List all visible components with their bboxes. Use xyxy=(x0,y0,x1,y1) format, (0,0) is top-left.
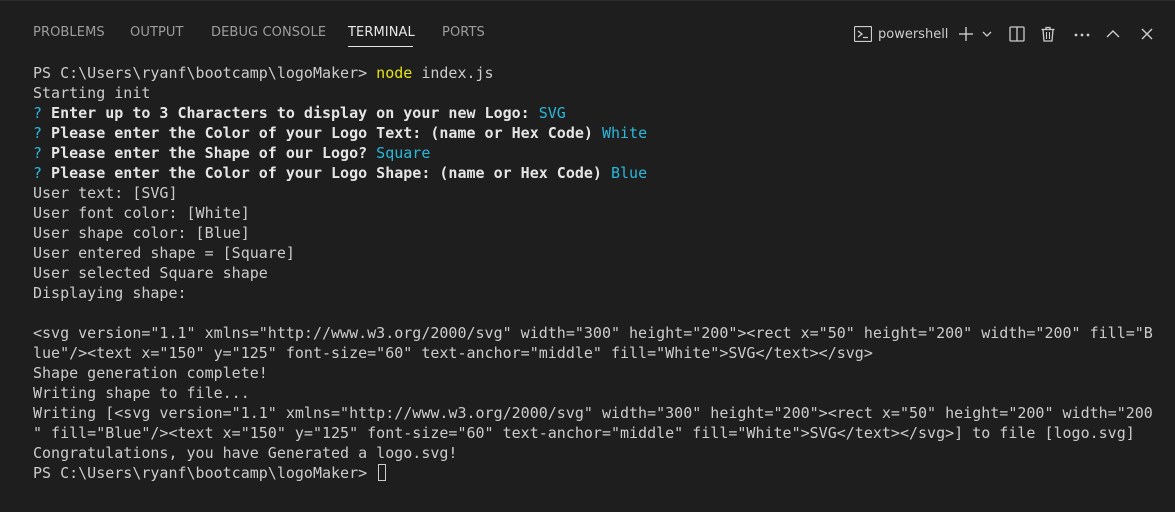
new-terminal-button[interactable] xyxy=(957,21,975,47)
tab-problems[interactable]: PROBLEMS xyxy=(33,25,105,40)
split-terminal-button[interactable] xyxy=(1008,21,1026,47)
terminal-line: Displaying shape: xyxy=(33,284,187,302)
prompt: PS C:\Users\ryanf\bootcamp\logoMaker> xyxy=(33,464,377,482)
trash-icon xyxy=(1040,26,1056,42)
terminal-line: PS C:\Users\ryanf\bootcamp\logoMaker> xyxy=(33,463,1165,483)
answer-text: Square xyxy=(367,144,431,162)
active-tab-indicator xyxy=(348,46,413,47)
terminal-line: <svg version="1.1" xmlns="http://www.w3.… xyxy=(33,324,1153,342)
terminal-line: User text: [SVG] xyxy=(33,184,178,202)
split-icon xyxy=(1009,26,1025,42)
terminal-line: ? Please enter the Color of your Logo Te… xyxy=(33,123,1165,143)
terminal-name-label: powershell xyxy=(878,26,949,42)
terminal-line: Starting init xyxy=(33,84,151,102)
terminal-line: User font color: [White] xyxy=(33,204,250,222)
terminal-line: Shape generation complete! xyxy=(33,364,268,382)
plus-icon xyxy=(958,26,974,42)
command-args: index.js xyxy=(412,64,494,82)
answer-text: SVG xyxy=(529,104,566,122)
command: node xyxy=(376,64,413,82)
question-mark: ? xyxy=(33,164,43,182)
terminal-line: " fill="Blue"/><text x="150" y="125" fon… xyxy=(33,424,1135,442)
terminal-icon xyxy=(854,26,872,42)
kill-terminal-button[interactable] xyxy=(1039,21,1057,47)
panel-tab-bar: PROBLEMS OUTPUT DEBUG CONSOLE TERMINAL P… xyxy=(0,1,1175,57)
question-text: Please enter the Color of your Logo Shap… xyxy=(42,164,602,182)
launch-profile-button[interactable] xyxy=(980,21,994,47)
answer-text: Blue xyxy=(601,164,648,182)
chevron-down-icon xyxy=(981,28,993,40)
close-panel-button[interactable] xyxy=(1138,21,1156,47)
terminal-line: User selected Square shape xyxy=(33,264,268,282)
terminal-selector[interactable]: powershell xyxy=(854,21,948,47)
terminal-line: User entered shape = [Square] xyxy=(33,244,295,262)
question-text: Please enter the Color of your Logo Text… xyxy=(42,124,593,142)
terminal-line: Congratulations, you have Generated a lo… xyxy=(33,444,458,462)
tab-output[interactable]: OUTPUT xyxy=(130,25,184,40)
close-icon xyxy=(1140,27,1154,41)
terminal-panel: PROBLEMS OUTPUT DEBUG CONSOLE TERMINAL P… xyxy=(0,0,1175,512)
question-mark: ? xyxy=(33,144,43,162)
terminal-line: ? Enter up to 3 Characters to display on… xyxy=(33,103,1165,123)
terminal-line: Writing [<svg version="1.1" xmlns="http:… xyxy=(33,404,1153,422)
tab-ports[interactable]: PORTS xyxy=(442,25,485,40)
tab-debug-console[interactable]: DEBUG CONSOLE xyxy=(211,25,326,40)
terminal-line: lue"/><text x="150" y="125" font-size="6… xyxy=(33,344,873,362)
terminal-line: PS C:\Users\ryanf\bootcamp\logoMaker> no… xyxy=(33,63,1165,83)
more-actions-button[interactable] xyxy=(1072,21,1092,47)
tab-terminal[interactable]: TERMINAL xyxy=(348,25,415,40)
prompt: PS C:\Users\ryanf\bootcamp\logoMaker> xyxy=(33,64,377,82)
ellipsis-icon xyxy=(1073,26,1091,42)
terminal-line: Writing shape to file... xyxy=(33,384,250,402)
question-mark: ? xyxy=(33,104,43,122)
question-text: Please enter the Shape of our Logo? xyxy=(42,144,368,162)
question-text: Enter up to 3 Characters to display on y… xyxy=(42,104,530,122)
question-mark: ? xyxy=(33,124,43,142)
terminal-output[interactable]: PS C:\Users\ryanf\bootcamp\logoMaker> no… xyxy=(33,63,1165,483)
maximize-panel-button[interactable] xyxy=(1104,21,1122,47)
terminal-line: ? Please enter the Shape of our Logo? Sq… xyxy=(33,143,1165,163)
answer-text: White xyxy=(592,124,648,142)
terminal-line: User shape color: [Blue] xyxy=(33,224,250,242)
chevron-up-icon xyxy=(1105,26,1121,42)
terminal-cursor xyxy=(378,464,387,481)
terminal-line: ? Please enter the Color of your Logo Sh… xyxy=(33,163,1165,183)
